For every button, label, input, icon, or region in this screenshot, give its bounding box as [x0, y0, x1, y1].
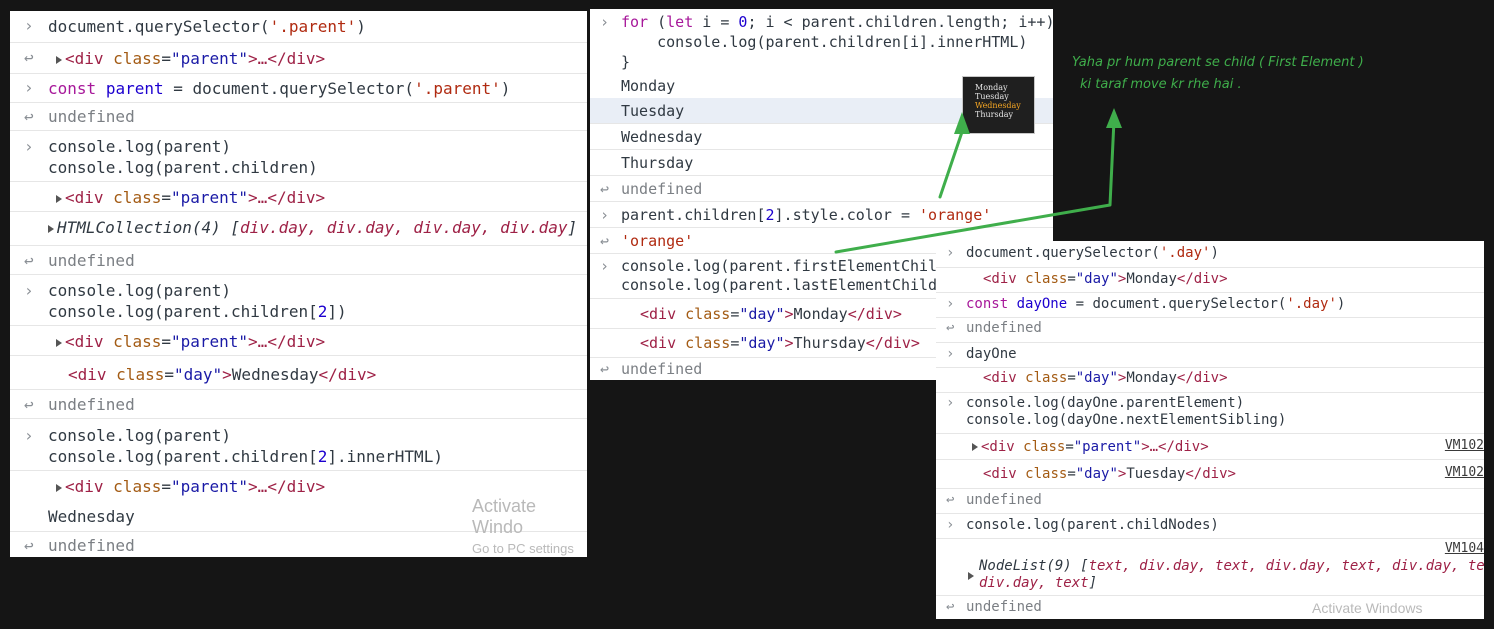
arrowhead-icon [954, 112, 970, 134]
arrowhead-icon [1106, 108, 1122, 128]
arrow-to-note [834, 118, 1116, 254]
arrow-to-thumbnail [938, 130, 964, 199]
annotation-arrows [834, 108, 1122, 254]
